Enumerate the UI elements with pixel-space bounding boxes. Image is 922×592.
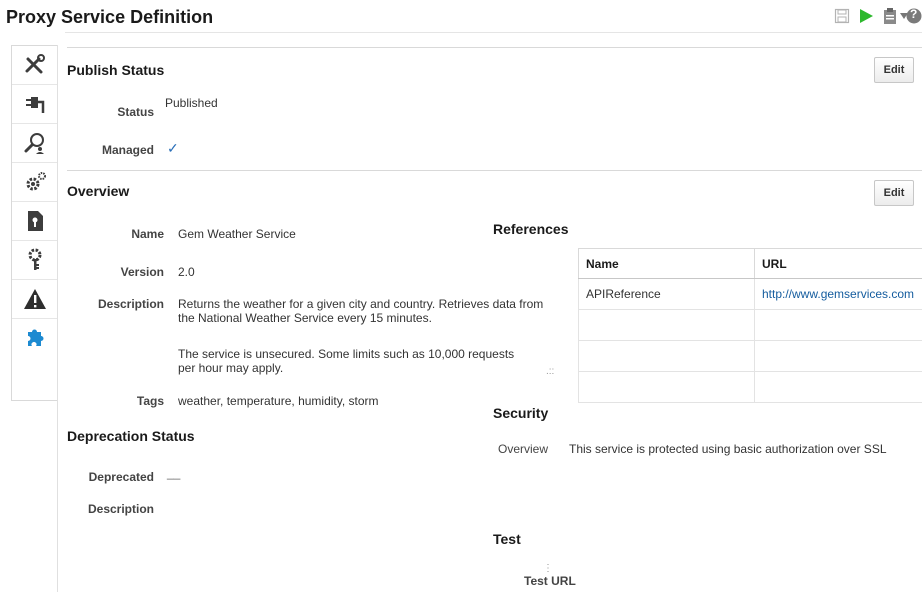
column-header-url[interactable]: URL [754, 248, 922, 279]
sidebar-item-security[interactable] [12, 202, 58, 241]
resize-handle-small-icon: ⋮ [543, 563, 553, 574]
keyhole-document-icon [28, 211, 43, 231]
managed-check-icon: ✓ [167, 140, 179, 156]
status-label: Status [117, 105, 154, 119]
gears-icon [26, 172, 46, 191]
references-title: References [493, 221, 569, 237]
sidebar-item-extensions[interactable] [12, 319, 58, 357]
publish-status-divider [67, 47, 922, 48]
tags-label: Tags [136, 394, 164, 408]
sidebar-item-policies[interactable] [12, 163, 58, 202]
deprecation-title: Deprecation Status [67, 428, 195, 444]
sidebar-item-search[interactable] [12, 124, 58, 163]
reference-name-cell: APIReference [578, 278, 755, 310]
tags-value: weather, temperature, humidity, storm [178, 394, 379, 408]
table-row-empty [578, 371, 922, 403]
name-label: Name [131, 227, 164, 241]
resize-handle-icon[interactable]: .:: [546, 366, 554, 377]
sidebar [11, 45, 58, 401]
deprecated-label: Deprecated [88, 470, 154, 484]
table-row-empty [578, 309, 922, 341]
description-paragraph-1: Returns the weather for a given city and… [178, 297, 544, 325]
deprecation-description-label: Description [87, 502, 154, 516]
search-person-icon [24, 133, 44, 154]
test-url-label: Test URL [524, 574, 576, 588]
references-table-wrapper: Name URL APIReference http://www.gemserv… [578, 248, 922, 403]
sidebar-divider [57, 45, 58, 592]
security-overview-value: This service is protected using basic au… [569, 442, 887, 456]
sidebar-item-alerts[interactable] [12, 280, 58, 319]
help-icon[interactable]: ? [906, 6, 922, 26]
publish-status-title: Publish Status [67, 62, 165, 78]
test-title: Test [493, 531, 521, 547]
column-header-name[interactable]: Name [578, 248, 755, 279]
security-title: Security [493, 405, 549, 421]
warning-icon [24, 289, 46, 309]
save-icon[interactable] [832, 6, 852, 26]
overview-edit-button[interactable]: Edit [874, 180, 914, 206]
references-table: Name URL APIReference http://www.gemserv… [578, 248, 922, 403]
table-row[interactable]: APIReference http://www.gemservices.com [578, 278, 922, 310]
version-value: 2.0 [178, 265, 195, 279]
sidebar-item-keys[interactable] [12, 241, 58, 280]
help-glyph: ? [910, 7, 918, 21]
name-value: Gem Weather Service [178, 227, 296, 241]
description-label: Description [97, 297, 164, 311]
clipboard-icon[interactable] [880, 6, 900, 26]
page-title: Proxy Service Definition [6, 7, 214, 27]
sidebar-item-transport[interactable] [12, 85, 58, 124]
run-icon[interactable] [856, 6, 876, 26]
puzzle-icon [28, 329, 44, 346]
overview-divider [67, 170, 922, 171]
status-value: Published [165, 96, 218, 110]
version-label: Version [120, 265, 164, 279]
description-paragraph-2: The service is unsecured. Some limits su… [178, 347, 515, 375]
reference-url-link[interactable]: http://www.gemservices.com [762, 287, 914, 301]
header-divider [65, 32, 922, 33]
sidebar-item-tools[interactable] [12, 46, 58, 85]
gear-key-icon [28, 248, 42, 270]
plug-icon [26, 97, 45, 113]
overview-title: Overview [67, 183, 130, 199]
managed-label: Managed [101, 143, 154, 157]
deprecated-value: __ [167, 466, 181, 480]
publish-status-edit-button[interactable]: Edit [874, 57, 914, 83]
table-row-empty [578, 340, 922, 372]
tools-icon [25, 54, 45, 74]
security-overview-label: Overview [498, 442, 549, 456]
